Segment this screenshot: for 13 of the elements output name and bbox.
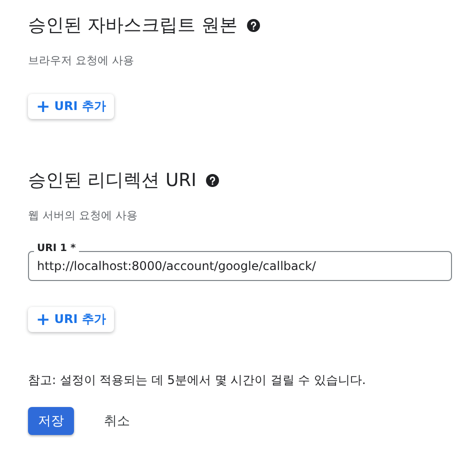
add-uri-button[interactable]: + URI 추가: [28, 94, 114, 119]
field-label: URI 1 *: [34, 243, 79, 254]
section-title: 승인된 리디렉션 URI: [28, 169, 196, 192]
section-subtitle: 브라우저 요청에 사용: [28, 53, 135, 68]
save-button[interactable]: 저장: [28, 407, 74, 435]
add-uri-button[interactable]: + URI 추가: [28, 307, 114, 332]
note-text: 참고: 설정이 적용되는 데 5분에서 몇 시간이 걸릴 수 있습니다.: [28, 372, 367, 389]
help-icon[interactable]: [206, 174, 220, 186]
cancel-button[interactable]: 취소: [94, 407, 140, 435]
help-icon[interactable]: [247, 18, 260, 32]
section-title: 승인된 자바스크립트 원본: [28, 14, 238, 37]
uri-input-field[interactable]: http://localhost:8000/account/google/callback/: [28, 251, 452, 281]
section-subtitle: 웹 서버의 요청에 사용: [28, 208, 138, 223]
